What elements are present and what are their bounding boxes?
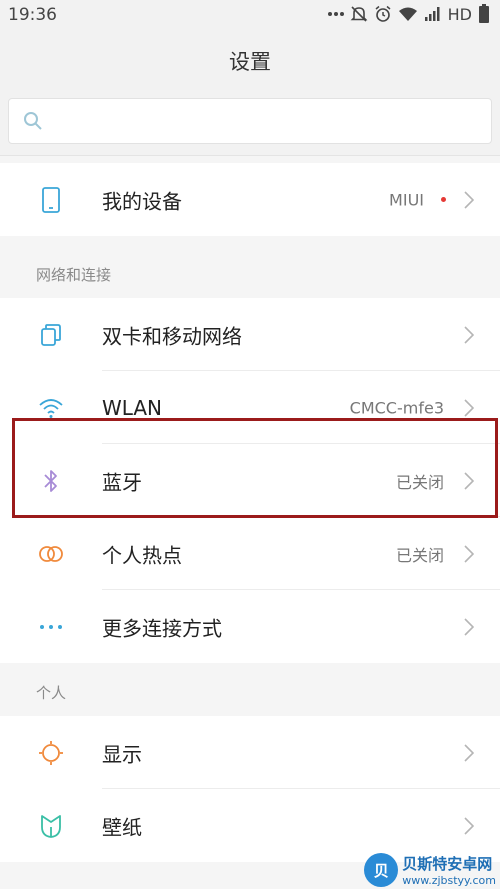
device-group: 我的设备 MIUI xyxy=(0,163,500,236)
chevron-right-icon xyxy=(464,190,474,209)
chevron-right-icon xyxy=(464,816,474,835)
row-value: 已关闭 xyxy=(395,545,444,565)
wifi-icon xyxy=(36,393,66,423)
row-label: WLAN xyxy=(102,395,163,420)
search-icon xyxy=(24,112,42,130)
chevron-right-icon xyxy=(464,743,474,762)
settings-row-dual-sim[interactable]: 双卡和移动网络 xyxy=(0,298,500,371)
hotspot-icon xyxy=(36,539,66,569)
settings-row-display[interactable]: 显示 xyxy=(0,716,500,789)
chevron-right-icon xyxy=(464,544,474,563)
search-input[interactable] xyxy=(53,107,473,137)
settings-row-more-connections[interactable]: 更多连接方式 xyxy=(0,590,500,663)
watermark-logo: 贝 xyxy=(364,853,399,887)
battery-icon xyxy=(479,4,489,23)
row-label: 壁纸 xyxy=(102,815,142,839)
more-icon xyxy=(36,612,66,642)
notification-dot xyxy=(441,196,446,202)
sim-card-icon xyxy=(36,320,66,350)
status-bar: 19:36 HD xyxy=(0,0,500,30)
title-bar: 设置 xyxy=(0,30,500,90)
network-type: HD xyxy=(447,4,472,24)
status-icons: HD xyxy=(327,4,490,24)
watermark-text: 贝斯特安卓网 www.zjbstyy.com xyxy=(402,853,496,887)
network-group: 双卡和移动网络 WLAN CMCC-mfe3 蓝牙 已关闭 个人热点 已关闭 更 xyxy=(0,298,500,663)
phone-icon xyxy=(36,185,66,215)
bluetooth-icon xyxy=(36,466,66,496)
brightness-icon xyxy=(36,738,66,768)
settings-row-wallpaper[interactable]: 壁纸 xyxy=(0,789,500,862)
settings-row-my-device[interactable]: 我的设备 MIUI xyxy=(0,163,500,236)
chevron-right-icon xyxy=(464,471,474,490)
section-title: 网络和连接 xyxy=(36,266,112,284)
personal-group: 显示 壁纸 xyxy=(0,716,500,862)
more-dots-icon xyxy=(327,12,344,16)
section-title: 个人 xyxy=(36,684,67,702)
settings-row-bluetooth[interactable]: 蓝牙 已关闭 xyxy=(0,444,500,517)
row-label: 蓝牙 xyxy=(102,470,142,494)
row-label: 我的设备 xyxy=(102,189,182,213)
settings-row-hotspot[interactable]: 个人热点 已关闭 xyxy=(0,517,500,590)
wifi-status-icon xyxy=(398,7,417,21)
row-value: CMCC-mfe3 xyxy=(349,398,444,417)
section-header-network: 网络和连接 xyxy=(0,250,500,298)
status-time: 19:36 xyxy=(8,5,57,25)
chevron-right-icon xyxy=(464,398,474,417)
chevron-right-icon xyxy=(464,617,474,636)
search-box[interactable] xyxy=(8,98,492,144)
wallpaper-icon xyxy=(36,811,66,841)
watermark-url: www.zjbstyy.com xyxy=(402,874,496,887)
alarm-icon xyxy=(375,5,391,22)
row-label: 显示 xyxy=(102,742,142,766)
mute-icon xyxy=(350,6,368,22)
watermark: 贝 贝斯特安卓网 www.zjbstyy.com xyxy=(364,853,496,887)
row-value: MIUI xyxy=(389,190,424,209)
row-label: 双卡和移动网络 xyxy=(102,324,242,348)
watermark-name: 贝斯特安卓网 xyxy=(402,855,493,873)
row-value: 已关闭 xyxy=(395,472,444,492)
row-label: 更多连接方式 xyxy=(102,616,222,640)
search-container xyxy=(0,88,500,156)
row-label: 个人热点 xyxy=(102,543,182,567)
settings-row-wlan[interactable]: WLAN CMCC-mfe3 xyxy=(0,371,500,444)
page-title: 设置 xyxy=(229,50,271,74)
section-header-personal: 个人 xyxy=(0,668,500,716)
chevron-right-icon xyxy=(464,325,474,344)
signal-icon xyxy=(424,7,440,21)
